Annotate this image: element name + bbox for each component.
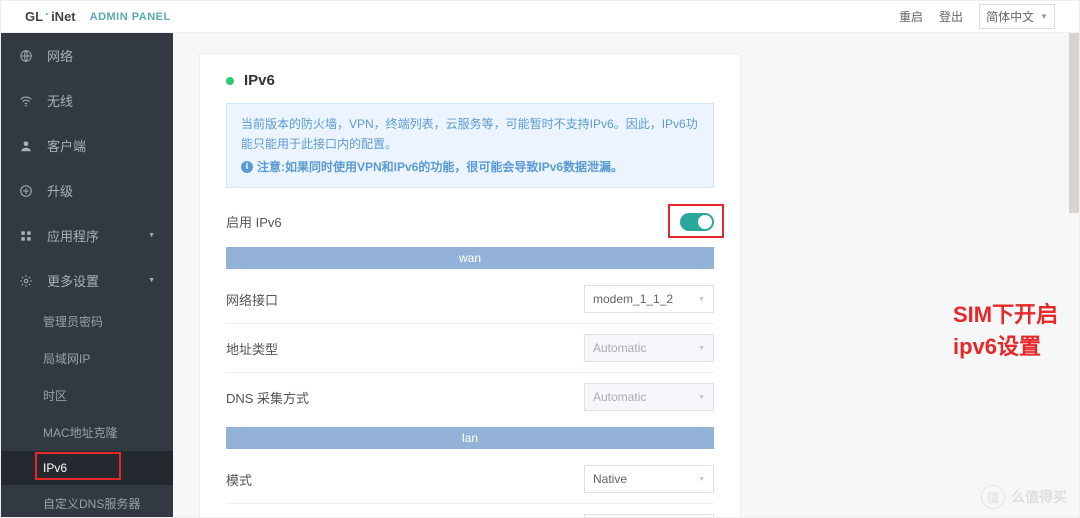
logo: GL · iNet (25, 9, 76, 24)
address-type-select: Automatic ▼ (584, 334, 714, 362)
sidebar-sub-timezone[interactable]: 时区 (1, 377, 173, 414)
alert-box: 当前版本的防火墙，VPN，终端列表，云服务等，可能暂时不支持IPv6。因此，IP… (226, 103, 714, 188)
wan-section-header: wan (226, 247, 714, 269)
chevron-down-icon: ▼ (698, 394, 705, 401)
sidebar-label: 升级 (47, 181, 73, 200)
user-icon (19, 139, 33, 153)
network-interface-select[interactable]: modem_1_1_2 ▼ (584, 285, 714, 313)
chevron-down-icon: ▼ (698, 296, 705, 303)
watermark: 值 么值得买 (981, 485, 1067, 509)
sidebar-label: 网络 (47, 46, 73, 65)
sidebar-sub-lan-ip[interactable]: 局域网IP (1, 340, 173, 377)
header-bar: GL · iNet ADMIN PANEL 重启 登出 简体中文 ▼ (1, 1, 1079, 33)
logo-gl-text: GL (25, 9, 43, 24)
sidebar-item-more-settings[interactable]: 更多设置 ▼ (1, 258, 173, 303)
sidebar-label: 更多设置 (47, 271, 99, 290)
alert-text-1: 当前版本的防火墙，VPN，终端列表，云服务等，可能暂时不支持IPv6。因此，IP… (241, 114, 699, 155)
sidebar-sub-admin-password[interactable]: 管理员密码 (1, 303, 173, 340)
sidebar: 网络 无线 客户端 升级 应用程序 ▼ 更多设置 ▼ (1, 33, 173, 517)
sidebar-item-apps[interactable]: 应用程序 ▼ (1, 213, 173, 258)
sidebar-label: 应用程序 (47, 226, 99, 245)
gear-icon (19, 274, 33, 288)
language-select[interactable]: 简体中文 ▼ (979, 4, 1055, 29)
sidebar-label: 无线 (47, 91, 73, 110)
admin-panel-label: ADMIN PANEL (90, 11, 171, 23)
annotation-text: SIM下开启ipv6设置 (953, 297, 1079, 361)
sidebar-sub-mac-clone[interactable]: MAC地址克隆 (1, 414, 173, 451)
ipv6-panel: IPv6 当前版本的防火墙，VPN，终端列表，云服务等，可能暂时不支持IPv6。… (199, 53, 741, 517)
chevron-down-icon: ▼ (1040, 12, 1048, 21)
dns-wan-select: Automatic ▼ (584, 383, 714, 411)
globe-icon (19, 49, 33, 63)
chevron-down-icon: ▼ (698, 345, 705, 352)
toggle-knob (698, 215, 712, 229)
sidebar-item-upgrade[interactable]: 升级 (1, 168, 173, 213)
status-dot-icon (226, 77, 234, 85)
select-value: Native (593, 472, 627, 486)
caret-down-icon: ▼ (148, 232, 155, 239)
select-value: Automatic (593, 341, 646, 355)
scrollbar-thumb[interactable] (1069, 33, 1079, 213)
plus-circle-icon (19, 184, 33, 198)
enable-ipv6-label: 启用 IPv6 (226, 212, 282, 231)
chevron-down-icon: ▼ (698, 476, 705, 483)
logout-link[interactable]: 登出 (939, 8, 963, 25)
restart-link[interactable]: 重启 (899, 8, 923, 25)
address-type-label: 地址类型 (226, 339, 278, 358)
enable-ipv6-toggle[interactable] (680, 213, 714, 231)
caret-down-icon: ▼ (148, 277, 155, 284)
logo-dot-icon: · (45, 7, 49, 21)
panel-title: IPv6 (244, 72, 275, 89)
select-value: Automatic (593, 390, 646, 404)
dns-lan-select[interactable]: Automatic ▼ (584, 514, 714, 517)
sidebar-sub-custom-dns[interactable]: 自定义DNS服务器 (1, 485, 173, 517)
info-icon: i (241, 161, 253, 173)
mode-label: 模式 (226, 470, 252, 489)
sidebar-item-network[interactable]: 网络 (1, 33, 173, 78)
mode-select[interactable]: Native ▼ (584, 465, 714, 493)
language-value: 简体中文 (986, 8, 1034, 25)
sidebar-label: 客户端 (47, 136, 86, 155)
logo-inet-text: iNet (51, 9, 76, 24)
grid-icon (19, 229, 33, 243)
watermark-icon: 值 (981, 485, 1005, 509)
wifi-icon (19, 94, 33, 108)
alert-text-2: 注意:如果同时使用VPN和IPv6的功能，很可能会导致IPv6数据泄漏。 (257, 157, 623, 177)
dns-wan-label: DNS 采集方式 (226, 388, 309, 407)
select-value: modem_1_1_2 (593, 292, 673, 306)
sidebar-item-clients[interactable]: 客户端 (1, 123, 173, 168)
network-interface-label: 网络接口 (226, 290, 278, 309)
lan-section-header: lan (226, 427, 714, 449)
sidebar-sub-ipv6[interactable]: IPv6 (1, 451, 173, 485)
scrollbar-vertical[interactable] (1069, 33, 1079, 517)
main-content: IPv6 当前版本的防火墙，VPN，终端列表，云服务等，可能暂时不支持IPv6。… (173, 33, 1079, 517)
sidebar-item-wireless[interactable]: 无线 (1, 78, 173, 123)
watermark-text: 么值得买 (1011, 487, 1067, 507)
